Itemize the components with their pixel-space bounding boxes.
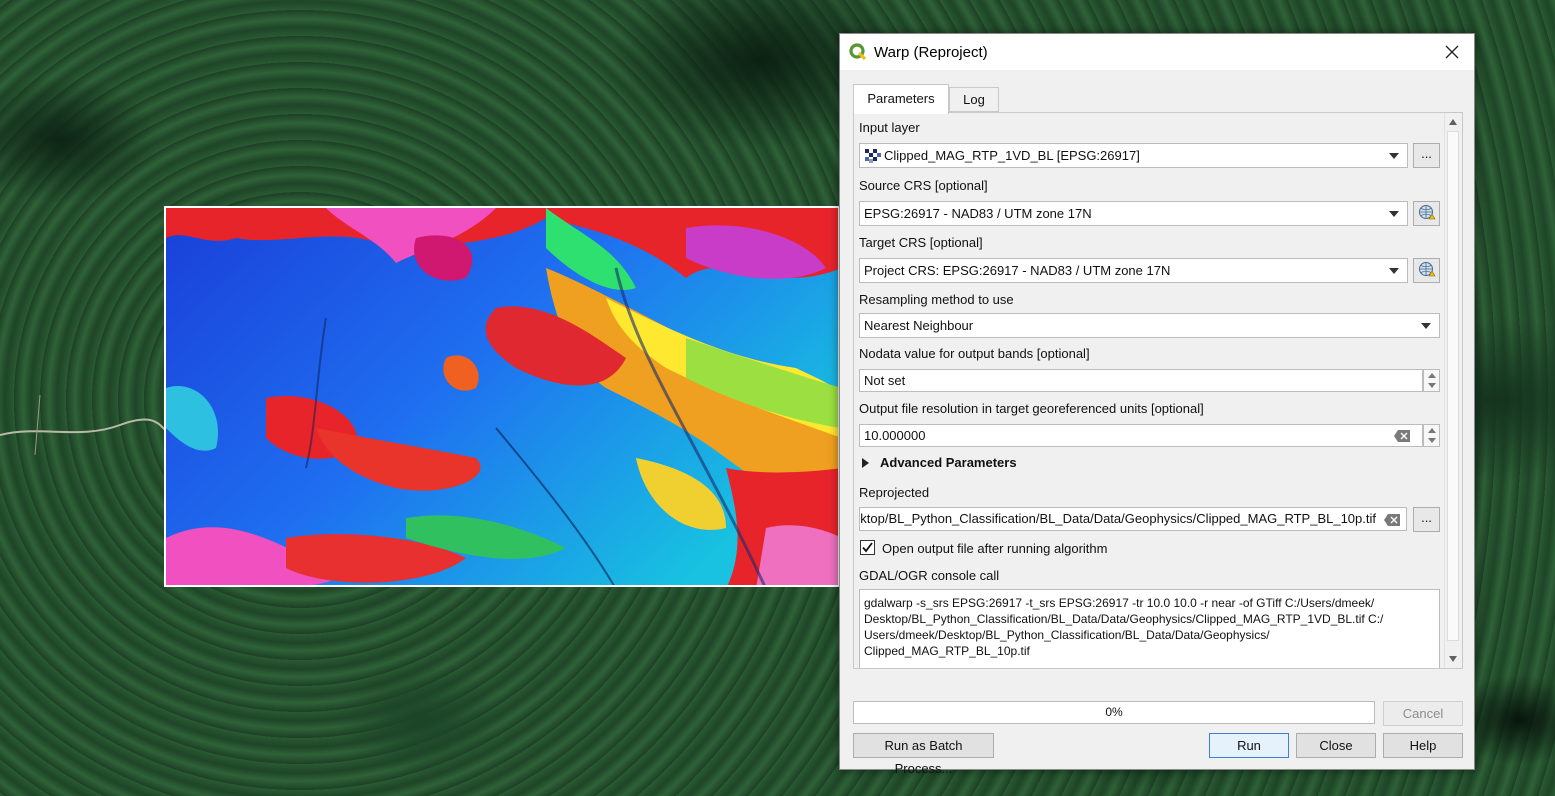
reprojected-value: Desktop/BL_Python_Classification/BL_Data… — [859, 511, 1376, 526]
run-batch-button[interactable]: Run as Batch Process... — [853, 733, 994, 776]
source-crs-select-button[interactable] — [1413, 201, 1440, 226]
tab-log[interactable]: Log — [949, 87, 999, 112]
chevron-down-icon — [1389, 211, 1399, 217]
chevron-down-icon — [1389, 153, 1399, 159]
tab-parameters[interactable]: Parameters — [853, 84, 949, 114]
input-layer-label: Input layer — [859, 120, 920, 135]
spin-up-icon — [1428, 373, 1436, 378]
help-button[interactable]: Help — [1383, 733, 1463, 758]
magnetic-raster-layer — [164, 206, 840, 587]
warp-dialog: Warp (Reproject) Parameters Log Input la… — [839, 33, 1475, 776]
scroll-down-icon[interactable] — [1449, 656, 1457, 662]
target-crs-value: Project CRS: EPSG:26917 - NAD83 / UTM zo… — [864, 263, 1171, 278]
source-crs-value: EPSG:26917 - NAD83 / UTM zone 17N — [864, 206, 1092, 221]
target-crs-combo[interactable]: Project CRS: EPSG:26917 - NAD83 / UTM zo… — [859, 258, 1408, 283]
clear-icon[interactable] — [1384, 514, 1400, 526]
input-layer-combo[interactable]: Clipped_MAG_RTP_1VD_BL [EPSG:26917] — [859, 143, 1408, 168]
run-button[interactable]: Run — [1209, 733, 1289, 758]
resampling-label: Resampling method to use — [859, 292, 1014, 307]
resolution-input[interactable]: 10.000000 — [859, 424, 1423, 447]
road-network — [0, 395, 170, 455]
reprojected-output-input[interactable]: Desktop/BL_Python_Classification/BL_Data… — [859, 507, 1407, 531]
spin-up-icon — [1428, 428, 1436, 433]
resolution-label: Output file resolution in target georefe… — [859, 401, 1204, 416]
console-call-label: GDAL/OGR console call — [859, 568, 1000, 583]
nodata-spinner[interactable] — [1423, 369, 1440, 392]
scrollbar-thumb[interactable] — [1447, 131, 1459, 641]
nodata-label: Nodata value for output bands [optional] — [859, 346, 1090, 361]
source-crs-combo[interactable]: EPSG:26917 - NAD83 / UTM zone 17N — [859, 201, 1408, 226]
chevron-down-icon — [1389, 268, 1399, 274]
resolution-value: 10.000000 — [864, 428, 926, 443]
checkmark-icon — [862, 542, 873, 553]
input-layer-value: Clipped_MAG_RTP_1VD_BL [EPSG:26917] — [884, 148, 1140, 163]
target-crs-select-button[interactable] — [1413, 258, 1440, 283]
clear-icon[interactable] — [1394, 430, 1410, 442]
console-line: gdalwarp -s_srs EPSG:26917 -t_srs EPSG:2… — [864, 596, 1375, 610]
spin-down-icon — [1428, 383, 1436, 388]
dialog-title: Warp (Reproject) — [874, 44, 988, 61]
spin-down-icon — [1428, 438, 1436, 443]
console-call-text[interactable]: gdalwarp -s_srs EPSG:26917 -t_srs EPSG:2… — [859, 589, 1440, 668]
cancel-button[interactable]: Cancel — [1383, 701, 1463, 726]
vertical-scrollbar[interactable] — [1444, 113, 1462, 668]
input-layer-browse-button[interactable]: ... — [1413, 143, 1440, 168]
console-line: Desktop/BL_Python_Classification/BL_Data… — [864, 612, 1384, 626]
reprojected-browse-button[interactable]: ... — [1413, 507, 1440, 532]
advanced-parameters-toggle[interactable]: Advanced Parameters — [880, 455, 1017, 470]
console-line: Users/dmeek/Desktop/BL_Python_Classifica… — [864, 628, 1270, 642]
open-output-label[interactable]: Open output file after running algorithm — [882, 541, 1107, 556]
raster-layer-icon — [865, 149, 881, 163]
target-crs-label: Target CRS [optional] — [859, 235, 983, 250]
close-button[interactable]: Close — [1296, 733, 1376, 758]
resolution-spinner[interactable] — [1423, 424, 1440, 447]
resampling-combo[interactable]: Nearest Neighbour — [859, 313, 1440, 338]
progress-bar: 0% — [853, 701, 1375, 724]
crs-globe-icon — [1418, 262, 1436, 277]
close-icon[interactable] — [1442, 42, 1462, 62]
expand-arrow-icon[interactable] — [862, 458, 869, 468]
console-line: Clipped_MAG_RTP_BL_10p.tif — [864, 644, 1030, 658]
nodata-input[interactable]: Not set — [859, 369, 1423, 392]
qgis-logo-icon — [849, 43, 867, 61]
source-crs-label: Source CRS [optional] — [859, 178, 988, 193]
scroll-up-icon[interactable] — [1449, 119, 1457, 125]
parameters-panel: Input layer Clipped_MAG_RTP_1VD_BL [EPSG… — [853, 112, 1463, 669]
crs-globe-icon — [1418, 205, 1436, 220]
resampling-value: Nearest Neighbour — [864, 318, 974, 333]
chevron-down-icon — [1421, 323, 1431, 329]
title-bar: Warp (Reproject) — [840, 34, 1474, 70]
open-output-checkbox[interactable] — [860, 540, 875, 555]
reprojected-label: Reprojected — [859, 485, 930, 500]
